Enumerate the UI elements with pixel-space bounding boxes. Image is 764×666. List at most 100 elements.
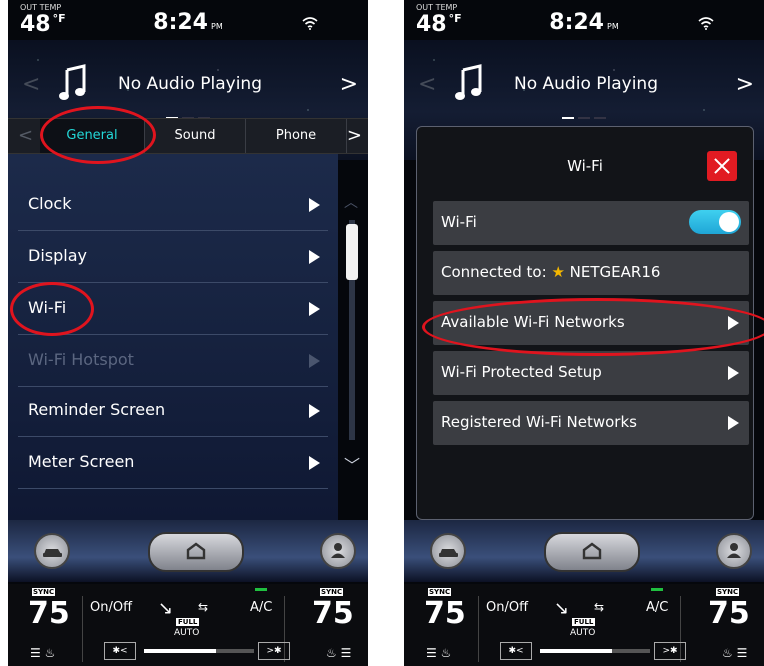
fan-down-button[interactable]: ✱< <box>104 642 136 660</box>
settings-screen-general: OUT TEMP 48 °F 8:24 PM < No Audio Playing … <box>8 0 368 666</box>
recirculation-icon[interactable]: ⇆ <box>198 600 208 614</box>
music-note-icon <box>455 64 482 100</box>
car-button[interactable] <box>34 533 70 569</box>
fan-down-button[interactable]: ✱< <box>500 642 532 660</box>
ac-button[interactable]: A/C <box>646 600 668 615</box>
climate-bar: SYNC 75 ☰ ♨ On/Off ↘ ⇆ FULL AUTO A/C ✱< … <box>8 584 368 666</box>
climate-onoff-button[interactable]: On/Off <box>90 600 132 615</box>
audio-status-text: No Audio Playing <box>118 74 262 94</box>
full-auto-badge[interactable]: FULL <box>176 618 200 626</box>
auto-label[interactable]: AUTO <box>174 628 199 638</box>
fan-speed-fill <box>540 649 612 653</box>
row-label: Wi-Fi Protected Setup <box>441 363 602 381</box>
wifi-toggle-switch[interactable] <box>689 210 741 234</box>
scrollbar-thumb[interactable] <box>346 224 358 280</box>
page-indicator <box>404 104 764 123</box>
clock-time: 8:24 <box>549 10 604 35</box>
sync-badge-right[interactable]: SYNC <box>320 588 344 596</box>
home-icon <box>186 542 206 560</box>
ac-button[interactable]: A/C <box>250 600 272 615</box>
right-temp[interactable]: 75 <box>312 596 354 631</box>
list-item-wifi-hotspot: Wi-Fi Hotspot <box>18 336 328 387</box>
airflow-mode-icon[interactable]: ↘ <box>158 598 173 619</box>
close-button[interactable] <box>707 151 737 181</box>
annotation-circle-general <box>40 106 156 164</box>
sync-badge-left[interactable]: SYNC <box>428 588 452 596</box>
settings-list: Clock Display Wi-Fi Wi-Fi Hotspot Remind… <box>8 154 338 520</box>
tab-phone[interactable]: Phone <box>246 119 347 153</box>
person-icon <box>331 543 345 558</box>
right-seat-heater-icon[interactable]: ♨ ☰ <box>722 646 747 660</box>
fan-up-button[interactable]: >✱ <box>654 642 686 660</box>
connected-network-row: Connected to: ★ NETGEAR16 <box>433 251 749 295</box>
connected-network-text: Connected to: ★ NETGEAR16 <box>441 263 660 281</box>
list-item-label: Meter Screen <box>28 452 135 471</box>
list-item-clock[interactable]: Clock <box>18 180 328 231</box>
audio-next-arrow-icon[interactable]: > <box>736 72 754 97</box>
tab-sound[interactable]: Sound <box>145 119 246 153</box>
wifi-signal-icon <box>302 17 318 30</box>
full-auto-badge[interactable]: FULL <box>572 618 596 626</box>
audio-next-arrow-icon[interactable]: > <box>340 72 358 97</box>
left-temp[interactable]: 75 <box>28 596 70 631</box>
home-button[interactable] <box>544 532 640 572</box>
scroll-up-chevron-icon[interactable]: ︿ <box>344 192 358 212</box>
home-button[interactable] <box>148 532 244 572</box>
tabs-prev-arrow-icon[interactable]: < <box>18 119 33 153</box>
play-arrow-icon <box>728 366 739 380</box>
fan-speed-bar <box>144 649 254 653</box>
airflow-mode-icon[interactable]: ↘ <box>554 598 569 619</box>
audio-prev-arrow-icon[interactable]: < <box>22 72 40 97</box>
sync-badge-right[interactable]: SYNC <box>716 588 740 596</box>
protected-setup-row[interactable]: Wi-Fi Protected Setup <box>433 351 749 395</box>
status-bar: OUT TEMP 48 °F 8:24 PM <box>404 0 764 42</box>
ac-indicator <box>255 588 267 591</box>
auto-label[interactable]: AUTO <box>570 628 595 638</box>
fan-speed-bar <box>540 649 650 653</box>
recirculation-icon[interactable]: ⇆ <box>594 600 604 614</box>
bottom-nav <box>8 520 368 582</box>
audio-status-text: No Audio Playing <box>514 74 658 94</box>
left-seat-heater-icon[interactable]: ☰ ♨ <box>426 646 451 660</box>
divider <box>478 596 479 662</box>
status-bar: OUT TEMP 48 °F 8:24 PM <box>8 0 368 42</box>
fan-speed-fill <box>144 649 216 653</box>
list-item-label: Reminder Screen <box>28 400 166 419</box>
car-icon <box>43 549 62 557</box>
play-arrow-icon <box>309 250 320 264</box>
profile-button[interactable] <box>716 533 752 569</box>
home-icon <box>582 542 602 560</box>
profile-button[interactable] <box>320 533 356 569</box>
audio-source-bar[interactable]: < No Audio Playing > <box>8 54 368 119</box>
right-seat-heater-icon[interactable]: ♨ ☰ <box>326 646 351 660</box>
play-arrow-icon <box>309 456 320 470</box>
dialog-title: Wi-Fi <box>567 157 603 175</box>
bottom-nav <box>404 520 764 582</box>
tabs-next-arrow-icon[interactable]: > <box>347 119 362 153</box>
scroll-down-chevron-icon[interactable]: ﹀ <box>344 452 360 476</box>
play-arrow-icon <box>309 354 320 368</box>
left-temp[interactable]: 75 <box>424 596 466 631</box>
sync-badge-left[interactable]: SYNC <box>32 588 56 596</box>
list-item-meter-screen[interactable]: Meter Screen <box>18 438 328 489</box>
list-item-display[interactable]: Display <box>18 232 328 283</box>
wifi-toggle-row[interactable]: Wi-Fi <box>433 201 749 245</box>
car-button[interactable] <box>430 533 466 569</box>
fan-up-button[interactable]: >✱ <box>258 642 290 660</box>
play-arrow-icon <box>309 302 320 316</box>
right-temp[interactable]: 75 <box>708 596 750 631</box>
list-item-reminder-screen[interactable]: Reminder Screen <box>18 386 328 437</box>
climate-bar: SYNC 75 ☰ ♨ On/Off ↘ ⇆ FULL AUTO A/C ✱< … <box>404 584 764 666</box>
connected-network-name: NETGEAR16 <box>569 263 661 281</box>
list-item-label: Clock <box>28 194 72 213</box>
car-icon <box>439 549 458 557</box>
play-arrow-icon <box>309 404 320 418</box>
annotation-circle-available-networks <box>422 298 764 356</box>
climate-onoff-button[interactable]: On/Off <box>486 600 528 615</box>
music-note-icon <box>59 64 86 100</box>
audio-prev-arrow-icon[interactable]: < <box>418 72 436 97</box>
left-seat-heater-icon[interactable]: ☰ ♨ <box>30 646 55 660</box>
audio-source-bar[interactable]: < No Audio Playing > <box>404 54 764 119</box>
registered-networks-row[interactable]: Registered Wi-Fi Networks <box>433 401 749 445</box>
person-icon <box>727 543 741 558</box>
